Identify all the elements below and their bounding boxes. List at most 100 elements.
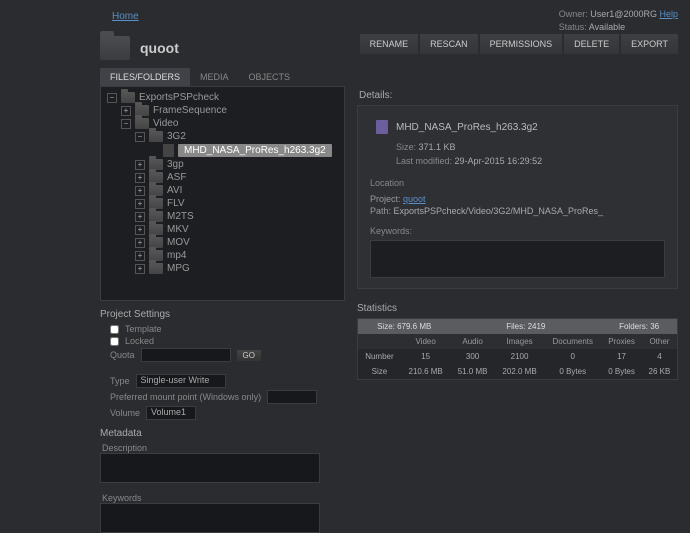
tree-item[interactable]: + MOV (103, 236, 342, 249)
file-type-icon (376, 120, 388, 134)
d-keywords-box[interactable] (370, 240, 665, 278)
tree-item[interactable]: − Video (103, 117, 342, 130)
mount-label: Preferred mount point (Windows only) (110, 392, 261, 402)
rescan-button[interactable]: RESCAN (420, 34, 478, 54)
stat-cell: 4 (642, 349, 678, 364)
tree-toggle-icon[interactable]: + (135, 173, 145, 183)
stat-cell: 300 (450, 349, 494, 364)
export-button[interactable]: EXPORT (621, 34, 678, 54)
tree-toggle-icon[interactable]: + (135, 199, 145, 209)
tree-item[interactable]: + mp4 (103, 249, 342, 262)
tab-media[interactable]: MEDIA (190, 68, 239, 86)
keywords-label: Keywords (102, 493, 345, 503)
help-link[interactable]: Help (659, 9, 678, 19)
owner-value: User1@2000RG (590, 9, 657, 19)
stat-col: Audio (450, 334, 494, 349)
permissions-button[interactable]: PERMISSIONS (480, 34, 563, 54)
type-select[interactable]: Single-user Write (136, 374, 226, 388)
file-tree[interactable]: − ExportsPSPcheck +FrameSequence−Video−3… (100, 86, 345, 301)
description-input[interactable] (100, 453, 320, 483)
tree-item-label: FLV (167, 198, 185, 209)
stat-col: Other (642, 334, 678, 349)
template-label: Template (125, 324, 162, 334)
tree-toggle-icon[interactable]: − (121, 119, 131, 129)
tree-item[interactable]: MHD_NASA_ProRes_h263.3g2 (103, 143, 342, 158)
locked-checkbox[interactable] (110, 337, 119, 346)
tree-item-label: MHD_NASA_ProRes_h263.3g2 (178, 144, 332, 157)
tab-files-folders[interactable]: FILES/FOLDERS (100, 68, 190, 86)
project-link[interactable]: quoot (403, 194, 426, 204)
delete-button[interactable]: DELETE (564, 34, 619, 54)
folder-icon (149, 131, 163, 142)
tree-toggle-icon[interactable]: + (135, 238, 145, 248)
tree-item-label: mp4 (167, 250, 186, 261)
path-value: ExportsPSPcheck/Video/3G2/MHD_NASA_ProRe… (394, 206, 603, 216)
tree-item[interactable]: +ASF (103, 171, 342, 184)
stat-cell: 2100 (495, 349, 545, 364)
modified-value: 29-Apr-2015 16:29:52 (455, 156, 543, 166)
tree-item-label: 3gp (167, 159, 184, 170)
stat-cell: 202.0 MB (495, 364, 545, 380)
owner-label: Owner: (559, 9, 588, 19)
tree-toggle-icon[interactable]: + (135, 160, 145, 170)
location-label: Location (370, 178, 665, 188)
stat-cell: 0 Bytes (601, 364, 642, 380)
status-label: Status: (559, 22, 587, 32)
tree-item-label: M2TS (167, 211, 194, 222)
details-header: Details: (359, 90, 678, 101)
stat-row-label: Size (358, 364, 401, 380)
tab-objects[interactable]: OBJECTS (239, 68, 301, 86)
template-checkbox[interactable] (110, 325, 119, 334)
stat-col: Video (401, 334, 451, 349)
project-label: Project: (370, 194, 401, 204)
status-value: Available (589, 22, 625, 32)
tree-toggle-icon[interactable]: − (135, 132, 145, 142)
volume-label: Volume (110, 408, 140, 418)
tree-toggle-icon[interactable]: + (135, 212, 145, 222)
file-icon (163, 144, 174, 157)
stat-col: Proxies (601, 334, 642, 349)
tree-item[interactable]: + M2TS (103, 210, 342, 223)
tree-toggle-icon[interactable]: + (121, 106, 131, 116)
quota-label: Quota (110, 350, 135, 360)
tree-item[interactable]: +3gp (103, 158, 342, 171)
stat-cell: 51.0 MB (450, 364, 494, 380)
rename-button[interactable]: RENAME (360, 34, 419, 54)
tree-toggle-icon[interactable]: − (107, 93, 117, 103)
details-panel: MHD_NASA_ProRes_h263.3g2 Size: 371.1 KB … (357, 105, 678, 289)
tree-toggle-icon[interactable]: + (135, 264, 145, 274)
stat-cell: 26 KB (642, 364, 678, 380)
project-settings-title: Project Settings (100, 309, 345, 320)
tree-item-label: ExportsPSPcheck (139, 92, 219, 103)
tree-toggle-icon[interactable]: + (135, 186, 145, 196)
tree-item-label: AVI (167, 185, 182, 196)
go-button[interactable]: GO (237, 350, 261, 361)
tree-toggle-icon[interactable]: + (135, 251, 145, 261)
quota-input[interactable] (141, 348, 231, 362)
tree-item-label: MOV (167, 237, 190, 248)
folder-icon (149, 263, 163, 274)
action-buttons: RENAME RESCAN PERMISSIONS DELETE EXPORT (360, 34, 678, 54)
statistics-title: Statistics (357, 303, 678, 314)
stat-cell: 0 (544, 349, 601, 364)
locked-label: Locked (125, 336, 154, 346)
stat-files-header: Files: 2419 (450, 319, 601, 335)
tree-toggle-icon[interactable]: + (135, 225, 145, 235)
description-label: Description (102, 443, 345, 453)
mount-select[interactable] (267, 390, 317, 404)
keywords-input[interactable] (100, 503, 320, 533)
tree-item-label: Video (153, 118, 178, 129)
tree-item[interactable]: + FLV (103, 197, 342, 210)
tree-item[interactable]: + AVI (103, 184, 342, 197)
stat-cell: 0 Bytes (544, 364, 601, 380)
tree-item[interactable]: +MPG (103, 262, 342, 275)
project-title: quoot (140, 40, 179, 56)
folder-icon (135, 118, 149, 129)
stat-cell: 15 (401, 349, 451, 364)
home-link[interactable]: Home (112, 11, 139, 22)
metadata-title: Metadata (100, 428, 345, 439)
tree-item[interactable]: −3G2 (103, 130, 342, 143)
stat-col: Documents (544, 334, 601, 349)
tree-item[interactable]: +MKV (103, 223, 342, 236)
volume-select[interactable]: Volume1 (146, 406, 196, 420)
